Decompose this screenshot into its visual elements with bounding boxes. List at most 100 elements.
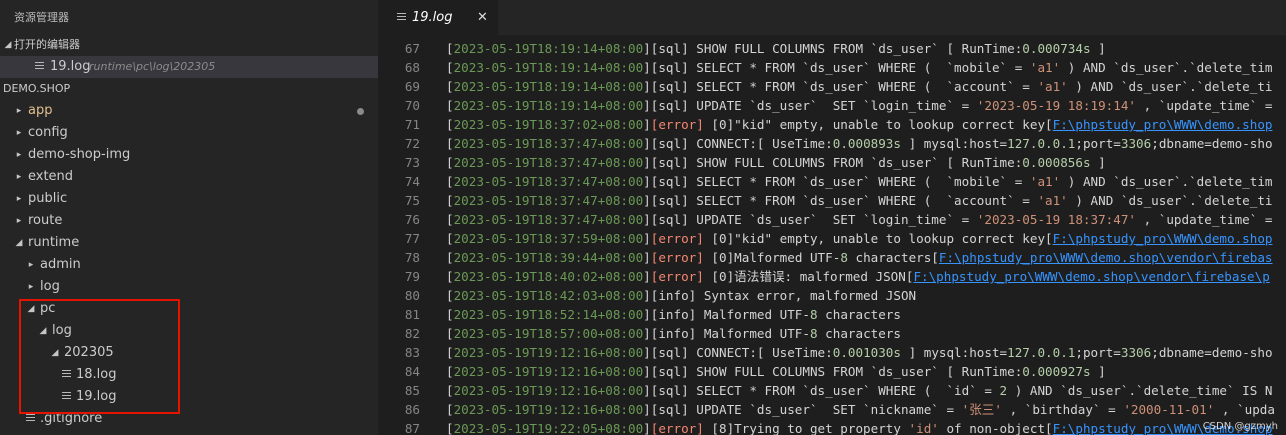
tree-item-label: admin (40, 257, 81, 272)
explorer-sidebar: 资源管理器 ◢ 打开的编辑器 19.log runtime\pc\log\202… (0, 0, 378, 435)
code-token: ] (1090, 155, 1106, 170)
code-token[interactable]: F:\phpstudy_pro\WWW\demo.shop\vendor\fir… (939, 250, 1273, 265)
code-text: [2023-05-19T18:37:59+08:00][error] [0]"k… (446, 229, 1273, 248)
code-token: ] (643, 345, 651, 360)
code-line[interactable]: 69 [2023-05-19T18:19:14+08:00][sql] SELEC… (378, 77, 1286, 96)
code-token: ] (1090, 364, 1106, 379)
code-token: ] (1090, 41, 1106, 56)
code-token[interactable]: F:\phpstudy_pro\WWW\demo.shop (1053, 117, 1273, 132)
code-line[interactable]: 75 [2023-05-19T18:37:47+08:00][sql] SELEC… (378, 191, 1286, 210)
code-token: 0.001030s (832, 345, 901, 360)
code-token: [ (446, 117, 454, 132)
code-line[interactable]: 71 [2023-05-19T18:37:02+08:00][error] [0]… (378, 115, 1286, 134)
code-line[interactable]: 86 [2023-05-19T19:12:16+08:00][sql] UPDAT… (378, 400, 1286, 419)
code-token: [error] (650, 250, 704, 265)
line-number: 70 (404, 98, 420, 113)
code-text: [2023-05-19T18:52:14+08:00][info] Malfor… (446, 305, 901, 324)
code-token: characters (817, 307, 901, 322)
open-editor-item[interactable]: 19.log runtime\pc\log\202305 (0, 56, 378, 78)
line-number: 77 (404, 231, 420, 246)
code-token: [ (446, 174, 454, 189)
code-token: , `upda (1214, 402, 1275, 417)
code-token: 2 (999, 383, 1008, 398)
code-token[interactable]: F:\phpstudy_pro\WWW\demo.shop\vendor\fir… (913, 269, 1269, 284)
line-number: 85 (404, 383, 420, 398)
code-line[interactable]: 76 [2023-05-19T18:37:47+08:00][sql] UPDAT… (378, 210, 1286, 229)
code-line[interactable]: 85 [2023-05-19T19:12:16+08:00][sql] SELEC… (378, 381, 1286, 400)
line-number: 73 (404, 155, 420, 170)
code-line[interactable]: 79 [2023-05-19T18:40:02+08:00][error] [0]… (378, 267, 1286, 286)
file-lines-icon (26, 414, 35, 423)
file-lines-icon (35, 62, 44, 71)
code-token: ;port= (1075, 345, 1121, 360)
code-token: 127.0.0.1 (1007, 136, 1076, 151)
code-token: ] (643, 269, 651, 284)
tree-item-label: log (40, 279, 60, 294)
tab-bar: 19.log ✕ (378, 0, 1286, 35)
code-token: ) AND `ds_user`.`delete_time` IS N (1007, 383, 1273, 398)
tree-folder-item[interactable]: ▸ extend (0, 166, 378, 188)
code-token: , `update_time` = (1136, 98, 1273, 113)
tree-folder-item[interactable]: ▸ log (0, 276, 378, 298)
code-token: [ (446, 136, 454, 151)
workspace-header[interactable]: DEMO.SHOP (0, 78, 378, 100)
code-token: ] (643, 41, 651, 56)
tree-folder-item[interactable]: ▸ demo-shop-img (0, 144, 378, 166)
code-token: [ (446, 364, 454, 379)
chevron-down-icon: ◢ (4, 40, 12, 50)
code-token: ] (643, 250, 651, 265)
code-token: [ (446, 307, 454, 322)
code-line[interactable]: 67 [2023-05-19T18:19:14+08:00][sql] SHOW … (378, 39, 1286, 58)
code-token: ] (643, 383, 651, 398)
code-token: ] (643, 421, 651, 435)
code-line[interactable]: 81 [2023-05-19T18:52:14+08:00][info] Malf… (378, 305, 1286, 324)
code-token: [ (446, 212, 454, 227)
tree-folder-item[interactable]: ▸ config (0, 122, 378, 144)
code-line[interactable]: 74 [2023-05-19T18:37:47+08:00][sql] SELEC… (378, 172, 1286, 191)
tree-folder-item[interactable]: ◢ runtime (0, 232, 378, 254)
code-line[interactable]: 72 [2023-05-19T18:37:47+08:00][sql] CONNE… (378, 134, 1286, 153)
code-token: 2023-05-19T18:19:14+08:00 (453, 98, 644, 113)
code-token: 2023-05-19T18:19:14+08:00 (453, 60, 644, 75)
code-text: [2023-05-19T18:37:47+08:00][sql] SHOW FU… (446, 153, 1106, 172)
code-text: [2023-05-19T18:40:02+08:00][error] [0]语法… (446, 267, 1270, 286)
code-line[interactable]: 68 [2023-05-19T18:19:14+08:00][sql] SELEC… (378, 58, 1286, 77)
code-token: [info] Malformed UTF- (650, 307, 810, 322)
code-token: 8 (809, 307, 818, 322)
code-token: 0.000856s (1022, 155, 1091, 170)
tree-folder-item[interactable]: ▸ app (0, 100, 378, 122)
code-line[interactable]: 77 [2023-05-19T18:37:59+08:00][error] [0]… (378, 229, 1286, 248)
code-line[interactable]: 78 [2023-05-19T18:39:44+08:00][error] [0]… (378, 248, 1286, 267)
tab-19-log[interactable]: 19.log ✕ (378, 0, 498, 35)
line-number: 86 (404, 402, 420, 417)
code-token: 3306 (1120, 345, 1152, 360)
code-line[interactable]: 84 [2023-05-19T19:12:16+08:00][sql] SHOW … (378, 362, 1286, 381)
tree-folder-item[interactable]: ▸ public (0, 188, 378, 210)
code-line[interactable]: 73 [2023-05-19T18:37:47+08:00][sql] SHOW … (378, 153, 1286, 172)
open-editor-filename: 19.log (50, 59, 91, 74)
code-token: [ (446, 250, 454, 265)
tree-folder-item[interactable]: ▸ route (0, 210, 378, 232)
code-token: [error] (650, 421, 704, 435)
code-token[interactable]: F:\phpstudy_pro\WWW\demo.shop (1053, 231, 1273, 246)
code-line[interactable]: 70 [2023-05-19T18:19:14+08:00][sql] UPDAT… (378, 96, 1286, 115)
code-line[interactable]: 80 [2023-05-19T18:42:03+08:00][info] Synt… (378, 286, 1286, 305)
line-number: 69 (404, 79, 420, 94)
code-token: [ (446, 288, 454, 303)
code-line[interactable]: 82 [2023-05-19T18:57:00+08:00][info] Malf… (378, 324, 1286, 343)
close-icon[interactable]: ✕ (477, 0, 488, 35)
code-token: 3306 (1120, 136, 1152, 151)
tree-folder-item[interactable]: ▸ admin (0, 254, 378, 276)
line-number: 84 (404, 364, 420, 379)
code-token: ) AND `ds_user`.`delete_tim (1060, 60, 1273, 75)
chevron-right-icon: ▸ (28, 260, 34, 270)
code-token: 2023-05-19T19:12:16+08:00 (453, 345, 644, 360)
code-token: ) AND `ds_user`.`delete_tim (1060, 174, 1273, 189)
code-line[interactable]: 87 [2023-05-19T19:22:05+08:00][error] [8]… (378, 419, 1286, 435)
code-token: ;dbname=demo-sho (1151, 345, 1273, 360)
code-token: ] (643, 98, 651, 113)
code-editor[interactable]: 67 [2023-05-19T18:19:14+08:00][sql] SHOW … (378, 35, 1286, 435)
code-line[interactable]: 83 [2023-05-19T19:12:16+08:00][sql] CONNE… (378, 343, 1286, 362)
line-number: 78 (404, 250, 420, 265)
open-editors-header[interactable]: ◢ 打开的编辑器 (0, 34, 378, 56)
